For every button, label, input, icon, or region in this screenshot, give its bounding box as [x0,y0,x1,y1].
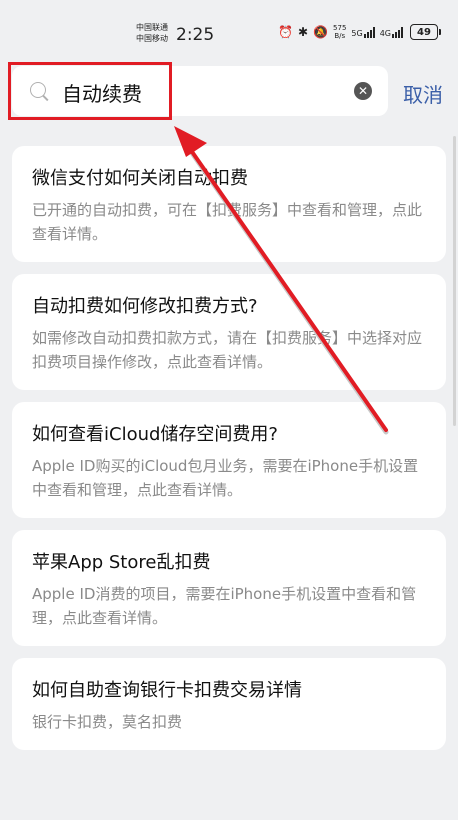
battery-level: 49 [417,26,431,38]
signal-4g-icon: 4G [380,26,403,38]
result-card[interactable]: 自动扣费如何修改扣费方式? 如需修改自动扣费扣款方式，请在【扣费服务】中选择对应… [12,274,446,390]
cancel-button[interactable]: 取消 [403,79,443,108]
result-card[interactable]: 如何自助查询银行卡扣费交易详情 银行卡扣费，莫名扣费 [12,658,446,750]
result-title: 如何查看iCloud储存空间费用? [32,424,278,445]
scrollbar[interactable] [453,136,456,426]
status-time: 2:25 [176,25,215,45]
result-description: 已开通的自动扣费，可在【扣费服务】中查看和管理，点此查看详情。 [32,201,423,243]
result-description: Apple ID购买的iCloud包月业务，需要在iPhone手机设置中查看和管… [32,457,419,499]
alarm-icon: ⏰ [278,25,294,39]
status-bar: 中国联通 中国移动 2:25 ⏰ ✱ 🔕 575 B/s 5G 4G 49 [0,0,458,62]
net-speed: 575 B/s [333,24,347,40]
result-list: 微信支付如何关闭自动扣费 已开通的自动扣费，可在【扣费服务】中查看和管理，点此查… [12,146,446,762]
clear-icon[interactable]: ✕ [354,82,372,100]
result-card[interactable]: 如何查看iCloud储存空间费用? Apple ID购买的iCloud包月业务，… [12,402,446,518]
result-card[interactable]: 微信支付如何关闭自动扣费 已开通的自动扣费，可在【扣费服务】中查看和管理，点此查… [12,146,446,262]
result-title: 苹果App Store乱扣费 [32,552,211,573]
battery-icon: 49 [410,24,441,40]
carrier-1: 中国联通 [136,23,168,32]
result-description: Apple ID消费的项目，需要在iPhone手机设置中查看和管理，点此查看详情… [32,585,417,627]
bluetooth-icon: ✱ [298,25,309,39]
system-icons: ⏰ ✱ 🔕 575 B/s 5G 4G 49 [278,24,441,40]
search-bar: ✕ 取消 [0,66,458,120]
carrier-2: 中国移动 [136,34,168,43]
carrier-labels: 中国联通 中国移动 [136,22,168,44]
result-description: 如需修改自动扣费扣款方式，请在【扣费服务】中选择对应扣费项目操作修改，点此查看详… [32,329,423,371]
search-input[interactable] [60,76,354,108]
result-title: 微信支付如何关闭自动扣费 [32,168,248,189]
result-title: 如何自助查询银行卡扣费交易详情 [32,680,302,701]
result-card[interactable]: 苹果App Store乱扣费 Apple ID消费的项目，需要在iPhone手机… [12,530,446,646]
search-icon [30,82,46,98]
signal-5g-icon: 5G [351,26,375,38]
mute-icon: 🔕 [313,25,329,39]
result-description: 银行卡扣费，莫名扣费 [32,713,183,731]
result-title: 自动扣费如何修改扣费方式? [32,296,258,317]
search-box[interactable]: ✕ [12,66,388,116]
